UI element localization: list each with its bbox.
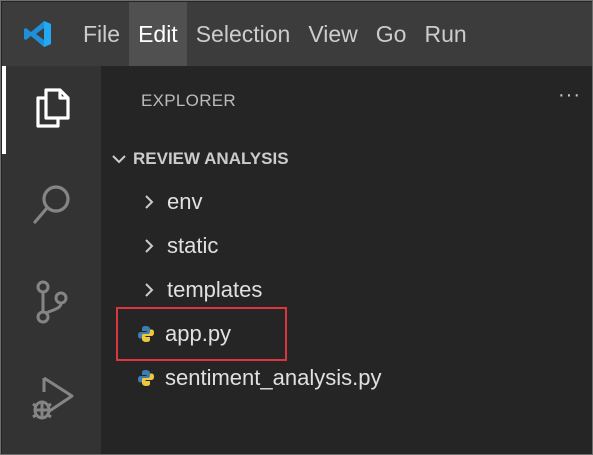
- menu-bar: File Edit Selection View Go Run: [2, 2, 592, 66]
- activity-run-debug[interactable]: [2, 356, 101, 444]
- explorer-title: EXPLORER: [141, 91, 236, 110]
- python-file-icon: [135, 369, 157, 387]
- search-icon: [28, 181, 76, 234]
- tree-item-label: templates: [167, 277, 263, 302]
- vscode-logo-icon: [2, 2, 74, 66]
- app-py-highlight-box: [116, 307, 287, 361]
- chevron-right-icon: [139, 238, 159, 254]
- tree-item-label: env: [167, 189, 203, 214]
- tree-item-static[interactable]: static: [101, 224, 592, 268]
- folder-header-review-analysis[interactable]: REVIEW ANALYSIS: [111, 144, 289, 174]
- tree-item-label: static: [167, 233, 219, 258]
- source-control-icon: [28, 278, 76, 331]
- chevron-down-icon: [111, 153, 133, 165]
- activity-source-control[interactable]: [2, 260, 101, 348]
- more-actions-icon[interactable]: ···: [558, 84, 581, 107]
- tree-item-env[interactable]: env: [101, 180, 592, 224]
- activity-bar: [2, 66, 101, 454]
- explorer-sidebar: EXPLORER ··· REVIEW ANALYSIS env static: [101, 66, 592, 454]
- vscode-window: File Edit Selection View Go Run EXPLORER…: [0, 0, 593, 455]
- activity-explorer[interactable]: [2, 66, 101, 154]
- run-debug-icon: [26, 372, 78, 429]
- activity-search[interactable]: [2, 163, 101, 251]
- menu-run[interactable]: Run: [415, 2, 475, 66]
- tree-item-label: sentiment_analysis.py: [165, 365, 382, 390]
- menu-go[interactable]: Go: [367, 2, 416, 66]
- files-icon: [30, 84, 74, 137]
- menu-edit[interactable]: Edit: [129, 2, 187, 66]
- menu-file[interactable]: File: [74, 2, 129, 66]
- folder-name: REVIEW ANALYSIS: [133, 149, 289, 168]
- tree-item-sentiment-analysis-py[interactable]: sentiment_analysis.py: [101, 356, 592, 400]
- menu-selection[interactable]: Selection: [187, 2, 300, 66]
- chevron-right-icon: [139, 194, 159, 210]
- tree-item-templates[interactable]: templates: [101, 268, 592, 312]
- chevron-right-icon: [139, 282, 159, 298]
- menu-view[interactable]: View: [299, 2, 366, 66]
